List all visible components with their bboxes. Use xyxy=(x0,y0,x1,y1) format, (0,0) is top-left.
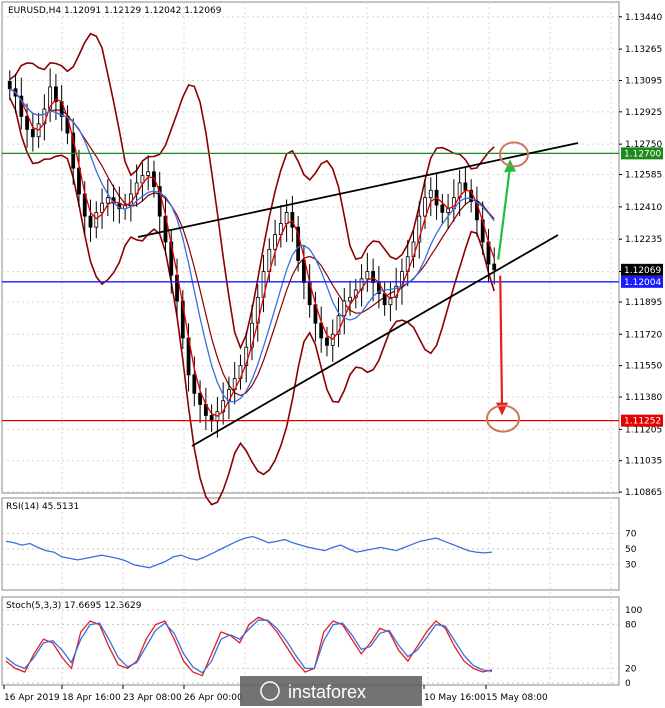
candle-body xyxy=(463,182,468,191)
x-tick-label: 15 May 08:00 xyxy=(486,693,548,703)
level-label: 0 xyxy=(625,679,631,689)
level-label: 70 xyxy=(625,529,637,539)
price-label: 1.12069 xyxy=(624,266,661,276)
price-labels: 1.12700 1.12069 1.12004 1.11252 xyxy=(621,147,663,427)
candle-body xyxy=(290,212,295,228)
y-tick-label: 1.13095 xyxy=(625,76,662,86)
level-label: 50 xyxy=(625,545,637,555)
candle-body xyxy=(7,80,12,90)
watermark-text: instaforex xyxy=(288,682,366,702)
x-tick-label: 10 May 16:00 xyxy=(424,693,486,703)
x-tick-label: 16 Apr 2019 xyxy=(4,693,60,703)
candle-body xyxy=(198,392,202,405)
y-tick-label: 1.12410 xyxy=(625,203,662,213)
level-label: 30 xyxy=(625,561,637,571)
candle-body xyxy=(348,296,352,302)
candle-body xyxy=(192,374,197,394)
candle-body xyxy=(440,204,445,213)
rsi-panel-title: RSI(14) 45.5131 xyxy=(6,502,79,512)
y-tick-label: 1.11205 xyxy=(625,425,662,435)
candle-body xyxy=(428,189,433,199)
price-label: 1.12004 xyxy=(624,278,661,288)
candle-body xyxy=(100,202,104,213)
y-tick-label: 1.11035 xyxy=(625,457,662,467)
candle-body xyxy=(423,197,427,217)
x-tick-label: 23 Apr 08:00 xyxy=(123,693,182,703)
candle-body xyxy=(284,212,289,224)
price-label: 1.11252 xyxy=(624,417,661,427)
x-tick-label: 26 Apr 00:00 xyxy=(184,693,243,703)
level-label: 80 xyxy=(625,621,637,631)
y-tick-label: 1.10865 xyxy=(625,488,662,498)
level-label: 100 xyxy=(625,606,642,616)
watermark: instaforex xyxy=(240,676,422,706)
candle-body xyxy=(365,271,370,280)
candle-body xyxy=(94,212,99,228)
y-tick-label: 1.11380 xyxy=(625,393,662,403)
candle-body xyxy=(146,171,151,176)
y-tick-label: 1.11550 xyxy=(625,362,662,372)
price-panel-title: EURUSD,H4 1.12091 1.12129 1.12042 1.1206… xyxy=(8,6,222,16)
price-label: 1.12700 xyxy=(624,149,661,159)
level-label: 20 xyxy=(625,664,637,674)
y-tick-label: 1.13265 xyxy=(625,45,662,55)
y-tick-label: 1.12235 xyxy=(625,235,662,245)
y-tick-label: 1.12585 xyxy=(625,171,662,181)
candle-body xyxy=(492,263,497,271)
chart-root: EURUSD,H4 1.12091 1.12129 1.12042 1.1206… xyxy=(1,1,663,706)
y-tick-label: 1.11895 xyxy=(625,298,662,308)
candle-body xyxy=(105,197,110,204)
candle-body xyxy=(30,128,35,138)
candle-body xyxy=(25,116,29,130)
candle-body xyxy=(325,337,329,346)
rsi-panel xyxy=(1,497,620,591)
y-tick-label: 1.11720 xyxy=(625,330,662,340)
y-tick-label: 1.13440 xyxy=(625,13,662,23)
x-tick-label: 18 Apr 16:00 xyxy=(62,693,121,703)
candle-body xyxy=(88,215,93,228)
price-panel xyxy=(1,1,620,494)
y-tick-label: 1.12925 xyxy=(625,108,662,118)
